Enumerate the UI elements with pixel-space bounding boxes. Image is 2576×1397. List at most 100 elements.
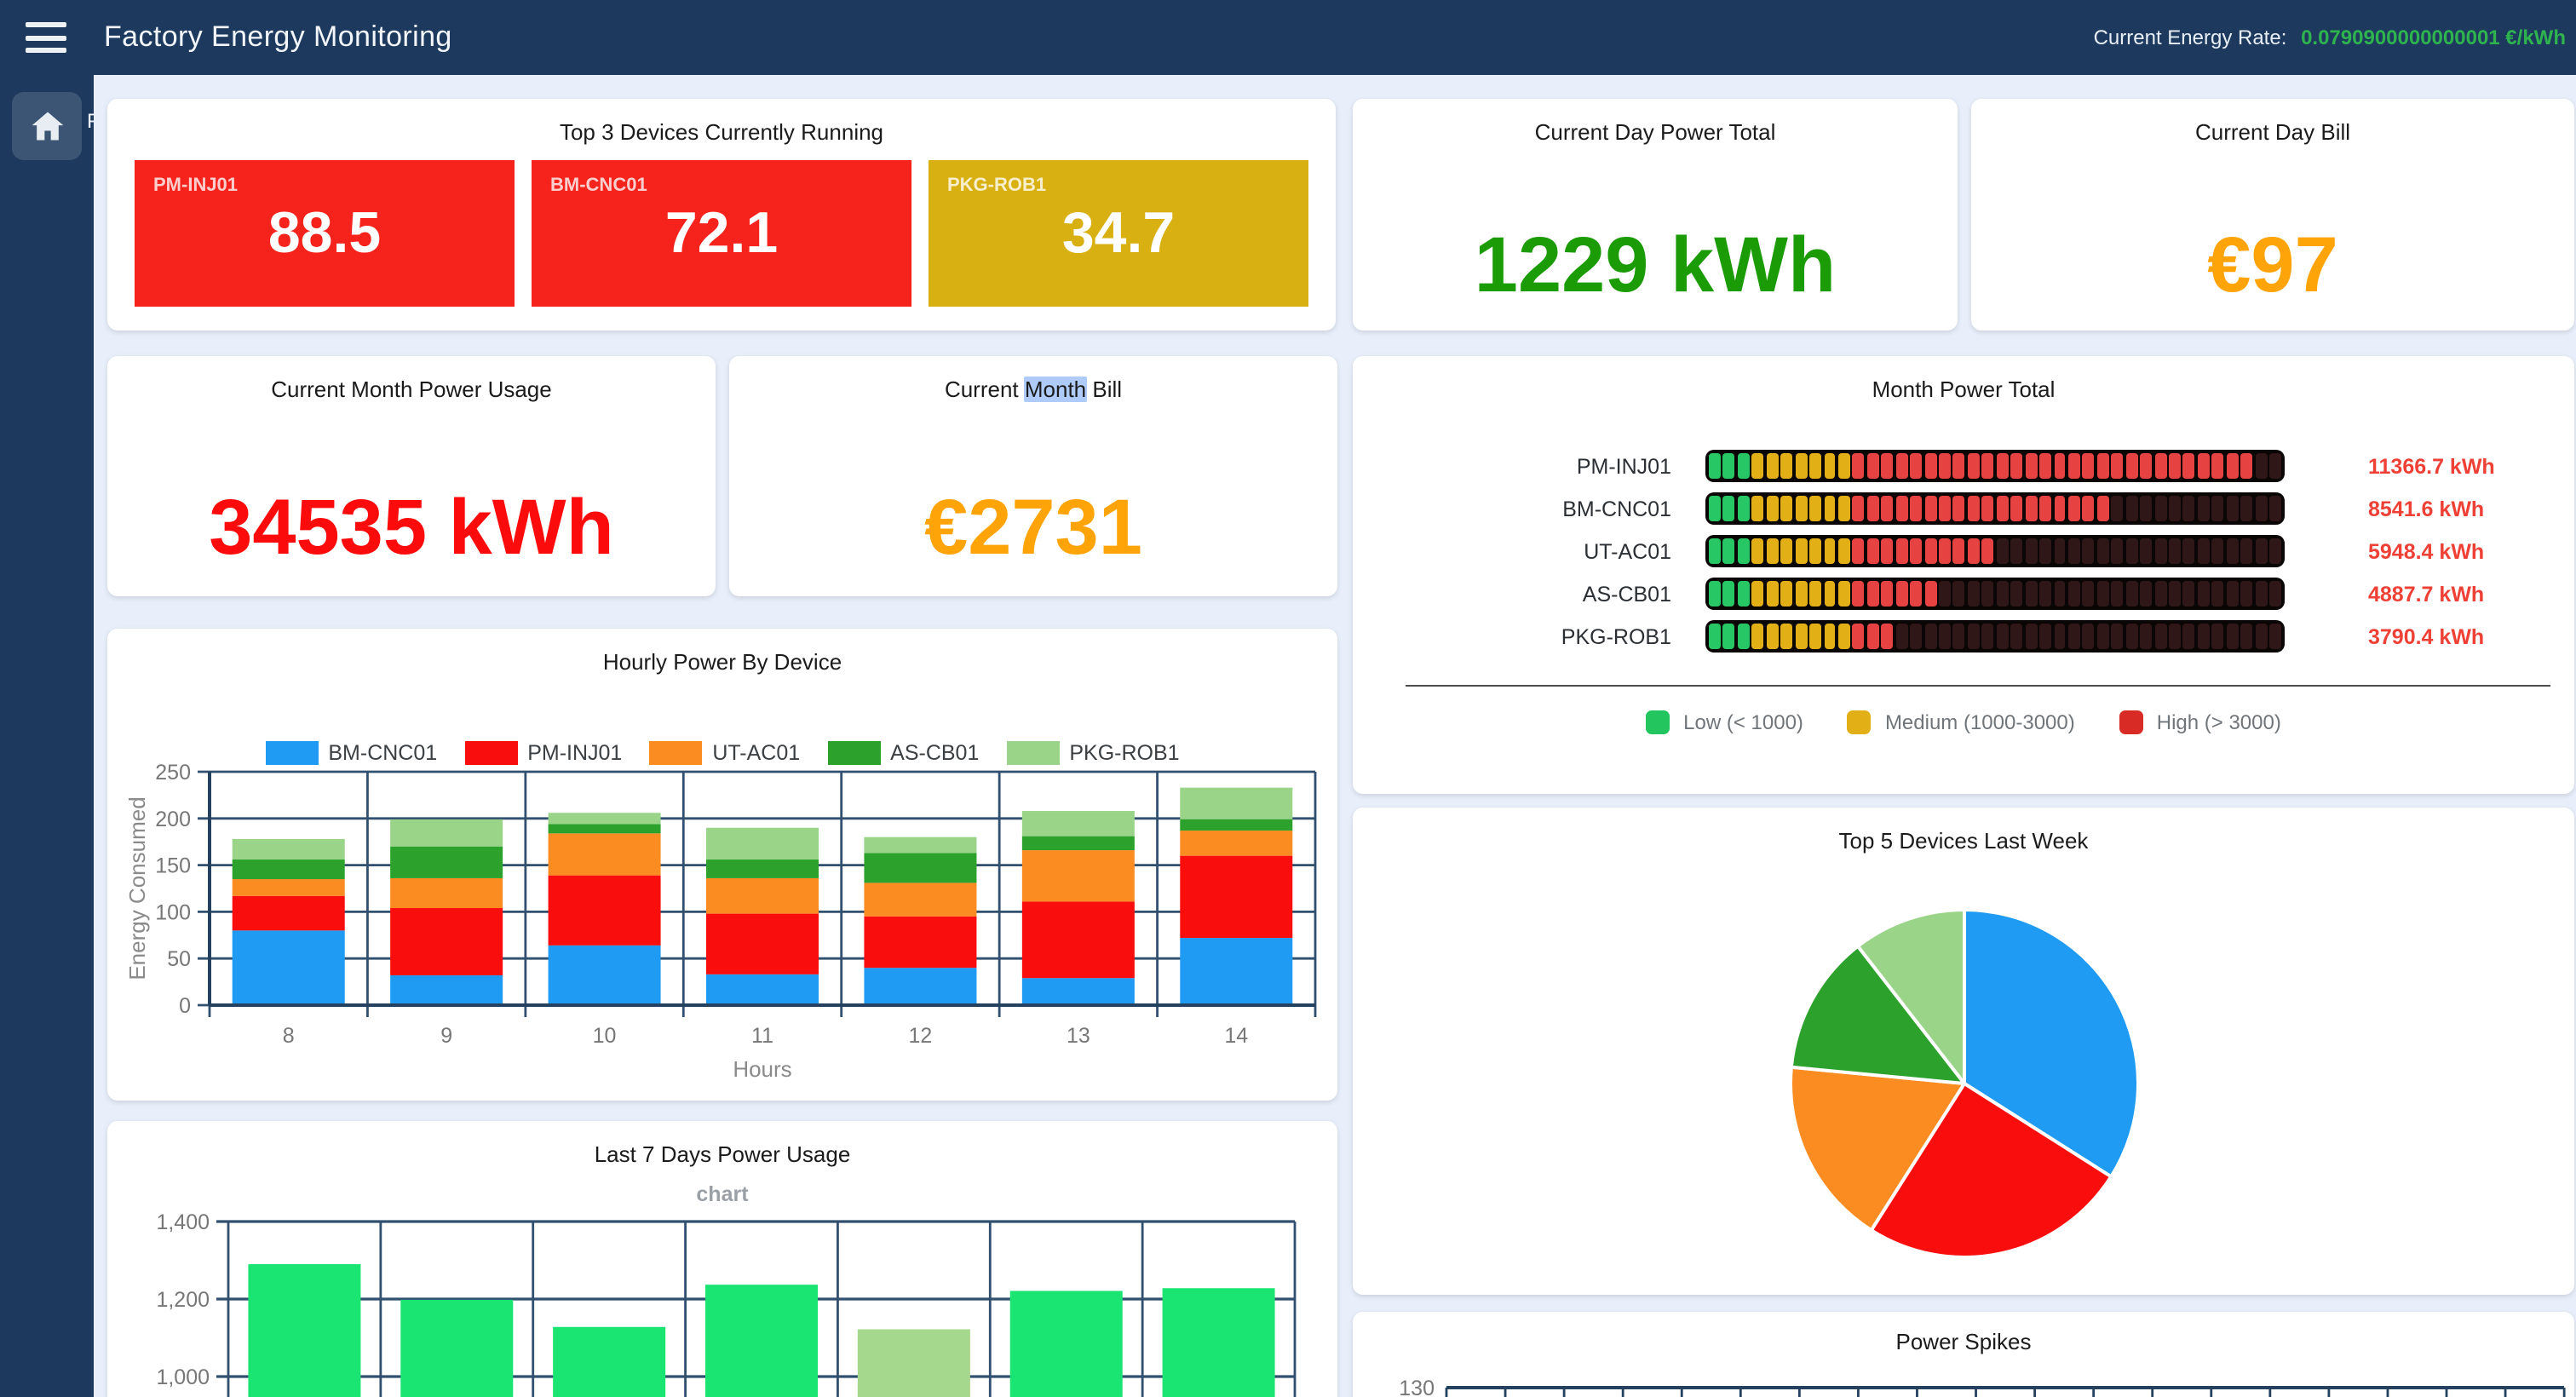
led-segment xyxy=(1853,496,1865,521)
led-segment xyxy=(1895,496,1907,521)
led-segment xyxy=(2169,624,2181,649)
led-segment xyxy=(1968,453,1980,479)
led-segment xyxy=(2269,624,2281,649)
svg-text:Energy Consumed: Energy Consumed xyxy=(124,796,150,980)
panel-day-power-total: Current Day Power Total 1229 kWh xyxy=(1353,99,1958,331)
device-label: PM-INJ01 xyxy=(1353,454,1671,478)
chart-title: Last 7 Days Power Usage xyxy=(107,1141,1337,1167)
led-segment xyxy=(2097,624,2109,649)
legend-swatch xyxy=(1848,710,1872,734)
led-segment xyxy=(2255,624,2267,649)
svg-text:50: 50 xyxy=(167,947,191,971)
led-segment xyxy=(1910,453,1922,479)
led-segment xyxy=(1882,624,1894,649)
panel-title: Current Day Bill xyxy=(1971,119,2574,145)
led-segment xyxy=(2183,538,2195,564)
device-tile: PKG-ROB134.7 xyxy=(929,160,1308,307)
top5-pie-chart xyxy=(1353,865,2574,1285)
led-segment xyxy=(1997,496,2009,521)
month-total-row: UT-AC015948.4 kWh xyxy=(1353,535,2574,567)
led-segment xyxy=(1982,538,1994,564)
led-segment xyxy=(1867,496,1879,521)
led-segment xyxy=(2240,496,2252,521)
day-power-total-value: 1229 kWh xyxy=(1353,221,1958,307)
home-button[interactable] xyxy=(12,92,82,160)
led-segment xyxy=(1767,624,1779,649)
home-icon xyxy=(28,107,66,145)
led-segment xyxy=(2198,538,2210,564)
led-segment xyxy=(2227,496,2239,521)
led-segment xyxy=(1838,581,1850,607)
svg-text:Hours: Hours xyxy=(733,1056,791,1082)
led-segment xyxy=(1838,624,1850,649)
led-segment xyxy=(2154,496,2166,521)
led-segment xyxy=(2154,624,2166,649)
led-segment xyxy=(2269,538,2281,564)
factory-energy-dashboard: Factory Energy Monitoring Current Energy… xyxy=(0,0,2576,1397)
led-segment xyxy=(2227,581,2239,607)
led-segment xyxy=(1738,624,1750,649)
led-segment xyxy=(1939,624,1951,649)
led-segment xyxy=(1809,581,1821,607)
device-tile-value: 34.7 xyxy=(929,201,1308,267)
day-bill-value: €97 xyxy=(1971,221,2574,307)
led-segment xyxy=(2240,581,2252,607)
led-segment xyxy=(1867,453,1879,479)
led-segment xyxy=(1953,581,1965,607)
svg-text:250: 250 xyxy=(155,762,191,785)
led-segment xyxy=(2112,624,2124,649)
led-segment xyxy=(2212,496,2224,521)
menu-button[interactable] xyxy=(26,22,70,53)
led-segment xyxy=(1709,581,1721,607)
led-segment xyxy=(2025,453,2037,479)
legend-divider xyxy=(1406,685,2550,687)
led-gauge xyxy=(1705,492,2285,525)
led-segment xyxy=(1853,581,1865,607)
led-segment xyxy=(1953,453,1965,479)
led-segment xyxy=(1982,581,1994,607)
led-segment xyxy=(1838,496,1850,521)
led-segment xyxy=(1968,538,1980,564)
led-segment xyxy=(2240,538,2252,564)
led-segment xyxy=(2054,624,2066,649)
device-tile: BM-CNC0172.1 xyxy=(532,160,911,307)
chart-subtitle: chart xyxy=(107,1182,1337,1206)
panel-month-power-usage: Current Month Power Usage 34535 kWh xyxy=(107,356,716,596)
led-segment xyxy=(2010,538,2022,564)
led-segment xyxy=(1867,624,1879,649)
svg-text:12: 12 xyxy=(909,1024,933,1048)
legend-item: High (> 3000) xyxy=(2119,710,2281,734)
led-segment xyxy=(2039,624,2051,649)
led-segment xyxy=(1924,581,1936,607)
led-segment xyxy=(2039,581,2051,607)
led-segment xyxy=(2154,453,2166,479)
device-tile-value: 88.5 xyxy=(135,201,515,267)
led-segment xyxy=(2183,453,2195,479)
led-segment xyxy=(2039,453,2051,479)
led-segment xyxy=(2183,581,2195,607)
led-segment xyxy=(1838,453,1850,479)
led-segment xyxy=(2255,453,2267,479)
led-segment xyxy=(2154,581,2166,607)
chart-title: Top 5 Devices Last Week xyxy=(1353,828,2574,854)
led-segment xyxy=(1939,581,1951,607)
led-segment xyxy=(2198,581,2210,607)
led-segment xyxy=(1709,624,1721,649)
svg-text:0: 0 xyxy=(179,994,191,1018)
panel-hourly-power: Hourly Power By Device BM-CNC01PM-INJ01U… xyxy=(107,629,1337,1101)
led-segment xyxy=(1895,453,1907,479)
led-segment xyxy=(2227,624,2239,649)
panel-title: Top 3 Devices Currently Running xyxy=(107,119,1336,145)
led-segment xyxy=(2025,496,2037,521)
panel-top3-devices: Top 3 Devices Currently Running PM-INJ01… xyxy=(107,99,1336,331)
svg-text:11: 11 xyxy=(751,1024,773,1048)
led-segment xyxy=(2039,538,2051,564)
led-segment xyxy=(1709,538,1721,564)
panel-title: Month Power Total xyxy=(1353,377,2574,402)
led-segment xyxy=(1895,538,1907,564)
led-segment xyxy=(2212,453,2224,479)
panel-last7-days: Last 7 Days Power Usage chart 1,4001,200… xyxy=(107,1121,1337,1397)
led-segment xyxy=(2097,453,2109,479)
led-segment xyxy=(2140,453,2152,479)
device-label: UT-AC01 xyxy=(1353,539,1671,563)
